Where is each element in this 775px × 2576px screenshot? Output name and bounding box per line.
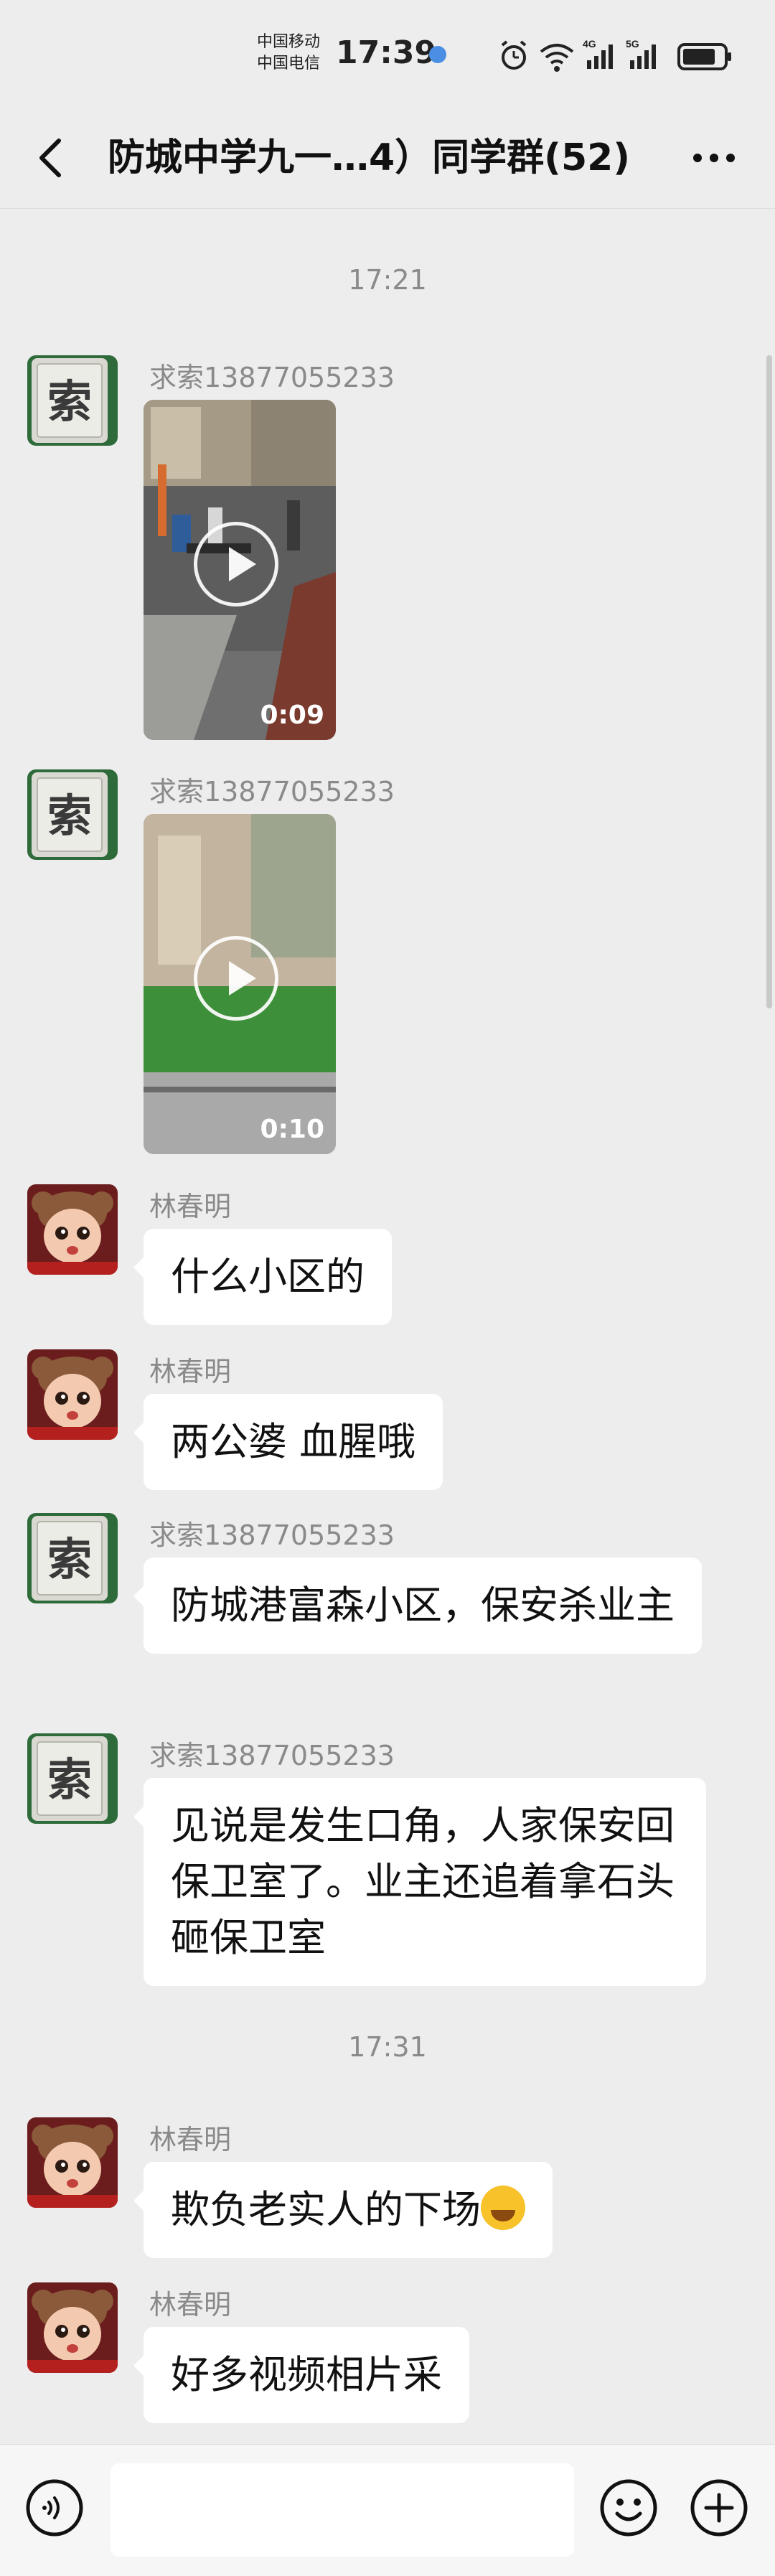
text-bubble[interactable]: 欺负老实人的下场	[133, 2162, 553, 2258]
video-duration: 0:09	[260, 701, 324, 730]
signal-1-icon: 4G	[583, 38, 613, 69]
tile-avatar[interactable]	[27, 1733, 118, 1824]
tile-avatar[interactable]	[27, 769, 118, 860]
location-indicator-icon	[429, 46, 446, 63]
message-text: 好多视频相片采	[171, 2352, 442, 2397]
sender-name: 求索13877055233	[149, 1519, 395, 1551]
text-bubble[interactable]: 见说是发生口角，人家保安回保卫室了。业主还追着拿石头砸保卫室	[133, 1778, 706, 1986]
tile-avatar[interactable]	[27, 1513, 118, 1603]
text-bubble[interactable]: 好多视频相片采	[133, 2327, 469, 2423]
sender-name: 求索13877055233	[149, 776, 395, 807]
message-text: 见说是发生口角，人家保安回保卫室了。业主还追着拿石头砸保卫室	[171, 1803, 675, 1960]
message-text: 防城港富森小区，保安杀业主	[171, 1583, 675, 1628]
baby-avatar[interactable]	[27, 2117, 118, 2208]
status-time: 17:39	[336, 34, 437, 71]
more-options-icon[interactable]	[682, 129, 746, 187]
sender-name: 求索13877055233	[149, 362, 395, 393]
svg-text:5G: 5G	[626, 38, 639, 50]
chat-area[interactable]: 17:21 求索13877055233 0:09 求索13877055233 0…	[0, 208, 775, 2444]
alarm-icon	[501, 40, 527, 70]
baby-avatar[interactable]	[27, 1349, 118, 1440]
baby-avatar[interactable]	[27, 2282, 118, 2373]
carrier-names: 中国移动 中国电信	[257, 32, 320, 75]
text-bubble[interactable]: 两公婆 血腥哦	[133, 1394, 443, 1490]
timestamp: 17:31	[348, 2031, 427, 2063]
message-text: 两公婆 血腥哦	[171, 1419, 416, 1464]
status-bar: 中国移动 中国电信 17:39 4G 5G	[0, 0, 775, 108]
chat-header: 防城中学九一…4）同学群(52)	[0, 108, 775, 209]
timestamp: 17:21	[348, 264, 427, 296]
svg-text:4G: 4G	[583, 38, 596, 50]
input-bar	[0, 2444, 775, 2576]
tile-avatar[interactable]	[27, 355, 118, 446]
laughing-crying-emoji-icon	[481, 2186, 525, 2230]
video-message[interactable]: 0:10	[144, 814, 336, 1154]
play-icon	[194, 522, 278, 606]
chat-scrollbar[interactable]	[766, 355, 772, 1008]
emoji-icon[interactable]	[598, 2478, 659, 2538]
carrier-1: 中国移动	[257, 33, 321, 51]
sender-name: 林春明	[149, 1191, 232, 1222]
sender-name: 林春明	[149, 2289, 232, 2320]
video-message[interactable]: 0:09	[144, 400, 336, 740]
video-duration: 0:10	[260, 1115, 324, 1144]
message-input[interactable]	[111, 2463, 574, 2557]
back-arrow-icon[interactable]	[29, 129, 79, 187]
wifi-icon	[540, 44, 574, 72]
status-icons: 4G 5G	[501, 38, 731, 72]
message-text: 欺负老实人的下场	[171, 2187, 481, 2232]
carrier-2: 中国电信	[257, 55, 321, 72]
baby-avatar[interactable]	[27, 1184, 118, 1275]
battery-icon	[677, 43, 731, 70]
signal-2-icon: 5G	[626, 38, 656, 69]
play-icon	[194, 936, 278, 1021]
message-text: 什么小区的	[171, 1254, 365, 1299]
sender-name: 求索13877055233	[149, 1740, 395, 1771]
voice-icon[interactable]	[24, 2478, 85, 2538]
group-title: 防城中学九一…4）同学群(52)	[108, 136, 631, 179]
plus-icon[interactable]	[689, 2478, 749, 2538]
text-bubble[interactable]: 防城港富森小区，保安杀业主	[133, 1558, 702, 1654]
sender-name: 林春明	[149, 2124, 232, 2155]
sender-name: 林春明	[149, 1356, 232, 1387]
text-bubble[interactable]: 什么小区的	[133, 1229, 392, 1325]
